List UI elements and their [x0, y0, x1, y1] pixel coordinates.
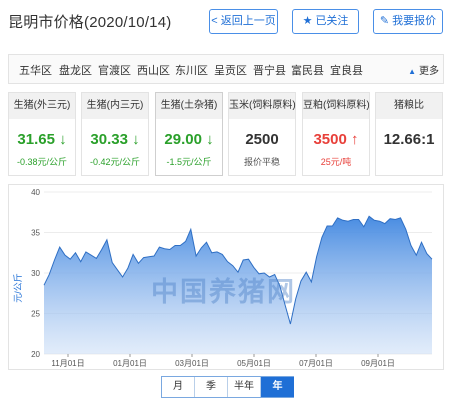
price-card-corn[interactable]: 玉米(饲料原料) 2500 报价平稳	[228, 92, 296, 176]
more-label: 更多	[419, 66, 439, 77]
card-value: 30.33 ↓	[90, 131, 140, 148]
card-title: 生猪(内三元)	[82, 93, 148, 119]
price-cards: 生猪(外三元) 31.65 ↓ -0.38元/公斤 生猪(内三元) 30.33 …	[8, 92, 444, 176]
arrow-down-icon: ↓	[206, 131, 214, 148]
y-tick-label: 35	[31, 229, 40, 238]
y-tick-label: 30	[31, 269, 40, 278]
card-title: 猪粮比	[376, 93, 442, 119]
y-tick-label: 25	[31, 310, 40, 319]
price-card-soymeal[interactable]: 豆粕(饲料原料) 3500 ↑ 25元/吨	[302, 92, 370, 176]
tab-quarter[interactable]: 季	[195, 377, 228, 397]
y-tick-label: 40	[31, 188, 40, 197]
arrow-down-icon: ↓	[132, 131, 140, 148]
card-value: 3500 ↑	[313, 131, 359, 148]
triangle-up-icon: ▲	[408, 67, 416, 76]
card-title: 生猪(外三元)	[9, 93, 75, 119]
back-button-label: 返回上一页	[220, 15, 276, 27]
district-link[interactable]: 盘龙区	[59, 62, 92, 78]
card-change: 25元/吨	[320, 157, 352, 167]
page-header: 昆明市价格(2020/10/14) < 返回上一页 ★ 已关注 ✎ 我要报价	[0, 0, 450, 44]
card-value: 2500	[245, 131, 279, 148]
price-card-hog-domestic[interactable]: 生猪(内三元) 30.33 ↓ -0.42元/公斤	[81, 92, 149, 176]
price-card-hog-foreign[interactable]: 生猪(外三元) 31.65 ↓ -0.38元/公斤	[8, 92, 76, 176]
tab-month[interactable]: 月	[162, 377, 195, 397]
card-value: 29.00 ↓	[164, 131, 214, 148]
price-card-hog-mixed[interactable]: 生猪(土杂猪) 29.00 ↓ -1.5元/公斤	[155, 92, 223, 176]
district-link[interactable]: 晋宁县	[253, 62, 286, 78]
district-link[interactable]: 官渡区	[98, 62, 131, 78]
x-tick-label: 01月01日	[113, 359, 147, 368]
district-link[interactable]: 五华区	[19, 62, 52, 78]
tab-half-year[interactable]: 半年	[228, 377, 261, 397]
district-link[interactable]: 宜良县	[330, 62, 363, 78]
card-change: -0.38元/公斤	[16, 157, 67, 167]
tab-year[interactable]: 年	[261, 377, 294, 397]
district-link[interactable]: 西山区	[137, 62, 170, 78]
report-price-label: 我要报价	[392, 15, 437, 27]
page-title: 昆明市价格(2020/10/14)	[8, 14, 172, 31]
report-price-button[interactable]: ✎ 我要报价	[373, 9, 443, 34]
card-value: 12.66:1	[383, 131, 435, 148]
y-tick-label: 20	[31, 350, 40, 359]
x-tick-label: 09月01日	[361, 359, 395, 368]
more-districts-toggle[interactable]: ▲ 更多	[408, 62, 439, 77]
x-tick-label: 05月01日	[237, 359, 271, 368]
x-tick-label: 03月01日	[175, 359, 209, 368]
district-link[interactable]: 呈贡区	[214, 62, 247, 78]
card-change: -0.42元/公斤	[89, 157, 140, 167]
star-icon: ★	[302, 15, 313, 27]
price-card-hog-grain-ratio[interactable]: 猪粮比 12.66:1	[375, 92, 443, 176]
range-tabs: 月 季 半年 年	[161, 376, 294, 398]
chevron-left-icon: <	[211, 15, 218, 27]
follow-button-label: 已关注	[315, 15, 349, 27]
card-title: 豆粕(饲料原料)	[303, 93, 370, 119]
arrow-up-icon: ↑	[351, 131, 359, 148]
follow-button[interactable]: ★ 已关注	[292, 9, 359, 34]
edit-icon: ✎	[379, 15, 390, 27]
watermark: 中国养猪网	[151, 277, 296, 307]
card-change: 报价平稳	[243, 157, 280, 167]
x-tick-label: 11月01日	[51, 359, 84, 368]
card-title: 生猪(土杂猪)	[156, 93, 222, 119]
x-tick-label: 07月01日	[299, 359, 333, 368]
district-link[interactable]: 富民县	[291, 62, 324, 78]
back-button[interactable]: < 返回上一页	[209, 9, 278, 34]
card-title: 玉米(饲料原料)	[229, 93, 296, 119]
card-change: -1.5元/公斤	[166, 157, 212, 167]
card-value: 31.65 ↓	[17, 131, 67, 148]
y-axis-label: 元/公斤	[13, 273, 23, 303]
district-link[interactable]: 东川区	[175, 62, 208, 78]
arrow-down-icon: ↓	[59, 131, 67, 148]
district-bar: 五华区 盘龙区 官渡区 西山区 东川区 呈贡区 晋宁县 富民县 宜良县 ▲ 更多	[8, 54, 444, 84]
